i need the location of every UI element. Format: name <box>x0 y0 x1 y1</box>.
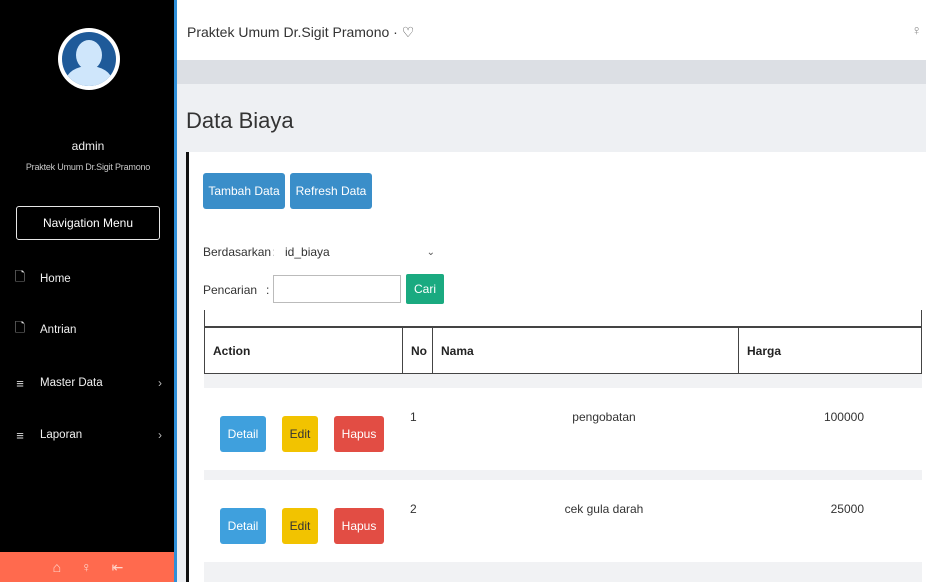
search-input[interactable] <box>273 275 401 303</box>
avatar[interactable] <box>58 28 120 90</box>
user-icon[interactable]: ♀ <box>81 559 92 575</box>
edit-button[interactable]: Edit <box>282 508 318 544</box>
sidebar-item-master-data[interactable]: ≡ Master Data › <box>0 368 176 398</box>
column-header-harga[interactable]: Harga <box>739 328 921 373</box>
document-icon: 🗋 <box>14 320 26 335</box>
hamburger-icon: ≡ <box>16 375 24 391</box>
detail-button[interactable]: Detail <box>220 508 266 544</box>
top-navbar: Praktek Umum Dr.Sigit Pramono · ♡ ♀ <box>177 0 926 60</box>
sidebar-item-laporan[interactable]: ≡ Laporan › <box>0 420 176 450</box>
table-top-border <box>204 310 922 326</box>
table-row: Detail Edit Hapus 1 pengobatan 100000 <box>204 388 922 470</box>
document-icon: 🗋 <box>14 269 26 284</box>
sidebar-item-home[interactable]: 🗋 Home <box>0 264 176 294</box>
cell-no: 2 <box>410 502 417 516</box>
sidebar: admin Praktek Umum Dr.Sigit Pramono Navi… <box>0 0 176 582</box>
sidebar-item-label: Master Data <box>40 377 103 389</box>
sidebar-item-label: Antrian <box>40 324 77 336</box>
column-header-action[interactable]: Action <box>205 328 403 373</box>
sidebar-item-label: Home <box>40 273 71 285</box>
refresh-data-button[interactable]: Refresh Data <box>290 173 372 209</box>
app-title: Praktek Umum Dr.Sigit Pramono · ♡ <box>187 24 415 40</box>
user-avatar-icon <box>62 32 116 86</box>
row-divider <box>204 470 922 480</box>
user-menu-icon[interactable]: ♀ <box>912 22 923 38</box>
search-button[interactable]: Cari <box>406 274 444 304</box>
cell-harga: 100000 <box>823 410 864 424</box>
column-header-no[interactable]: No <box>403 328 433 373</box>
search-separator: : <box>266 283 270 297</box>
hamburger-icon: ≡ <box>16 427 24 443</box>
filter-by-label: Berdasarkan: <box>203 245 275 259</box>
column-header-nama[interactable]: Nama <box>433 328 739 373</box>
sidebar-subtitle: Praktek Umum Dr.Sigit Pramono <box>25 162 151 172</box>
logout-icon[interactable]: ⇤ <box>112 559 124 576</box>
cell-no: 1 <box>410 410 417 424</box>
table-header: Action No Nama Harga <box>204 326 922 374</box>
home-icon[interactable]: ⌂ <box>53 559 61 575</box>
sidebar-border <box>174 0 177 582</box>
delete-button[interactable]: Hapus <box>334 416 384 452</box>
cell-nama: pengobatan <box>572 410 636 424</box>
filter-by-select[interactable]: id_biaya ⌄ <box>272 234 442 270</box>
sidebar-footer: ⌂ ♀ ⇤ <box>0 552 176 582</box>
page-title: Data Biaya <box>186 108 294 133</box>
row-divider <box>204 562 922 582</box>
table-row: Detail Edit Hapus 2 cek gula darah 25000 <box>204 480 922 562</box>
cell-harga: 25000 <box>830 502 864 516</box>
edit-button[interactable]: Edit <box>282 416 318 452</box>
cell-nama: cek gula darah <box>564 502 644 516</box>
chevron-right-icon: › <box>158 428 162 442</box>
filter-by-value: id_biaya <box>285 245 330 259</box>
search-label: Pencarian <box>203 283 258 297</box>
chevron-down-icon: ⌄ <box>426 246 435 258</box>
row-divider <box>204 374 922 388</box>
navigation-menu-header: Navigation Menu <box>16 206 160 240</box>
chevron-right-icon: › <box>158 376 162 390</box>
header-divider-strip <box>177 60 926 84</box>
sidebar-item-antrian[interactable]: 🗋 Antrian <box>0 315 176 345</box>
sidebar-username: admin <box>71 139 105 153</box>
detail-button[interactable]: Detail <box>220 416 266 452</box>
sidebar-item-label: Laporan <box>40 429 83 441</box>
add-data-button[interactable]: Tambah Data <box>203 173 285 209</box>
delete-button[interactable]: Hapus <box>334 508 384 544</box>
